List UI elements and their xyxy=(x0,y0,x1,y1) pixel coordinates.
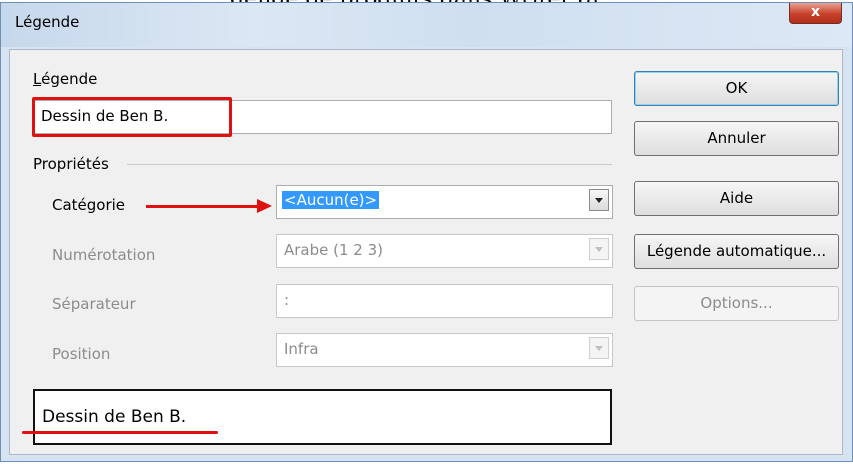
numbering-value: Arabe (1 2 3) xyxy=(284,241,384,259)
properties-divider xyxy=(127,164,612,165)
autocaption-button[interactable]: Légende automatique... xyxy=(634,234,839,269)
help-button[interactable]: Aide xyxy=(634,181,839,216)
options-button: Options... xyxy=(634,286,839,321)
position-label: Position xyxy=(52,345,111,363)
separator-value: : xyxy=(284,291,290,309)
annotation-underline xyxy=(22,431,218,434)
annotation-arrow xyxy=(146,199,272,213)
window-title: Légende xyxy=(15,13,80,31)
caption-label-mnemonic: L xyxy=(33,70,42,88)
caption-preview: Dessin de Ben B. xyxy=(33,389,612,445)
highlight-box xyxy=(32,97,232,137)
close-icon: x xyxy=(810,4,821,20)
chevron-down-icon xyxy=(589,238,609,260)
caption-dialog: Légende x Légende Dessin de Ben B. Propr… xyxy=(0,2,853,462)
chevron-down-icon xyxy=(589,337,609,359)
position-combo[interactable]: Infra xyxy=(276,333,613,367)
chevron-down-icon[interactable] xyxy=(589,189,609,211)
close-button[interactable]: x xyxy=(789,3,842,24)
category-combo[interactable]: <Aucun(e)> xyxy=(276,185,613,219)
separator-label: Séparateur xyxy=(52,295,136,313)
preview-text: Dessin de Ben B. xyxy=(42,407,187,427)
title-bar: Légende x xyxy=(1,3,852,47)
properties-heading: Propriétés xyxy=(33,155,109,173)
category-value: <Aucun(e)> xyxy=(282,191,380,209)
caption-label-rest: égende xyxy=(41,70,98,88)
caption-label: Légende xyxy=(33,70,97,88)
cancel-button[interactable]: Annuler xyxy=(634,121,839,156)
category-label: Catégorie xyxy=(52,196,126,214)
separator-input[interactable]: : xyxy=(276,284,613,318)
numbering-label: Numérotation xyxy=(52,246,156,264)
position-value: Infra xyxy=(284,340,319,358)
ok-button[interactable]: OK xyxy=(634,71,839,106)
dialog-body: Légende Dessin de Ben B. Propriétés Caté… xyxy=(9,49,843,455)
numbering-combo[interactable]: Arabe (1 2 3) xyxy=(276,234,613,268)
